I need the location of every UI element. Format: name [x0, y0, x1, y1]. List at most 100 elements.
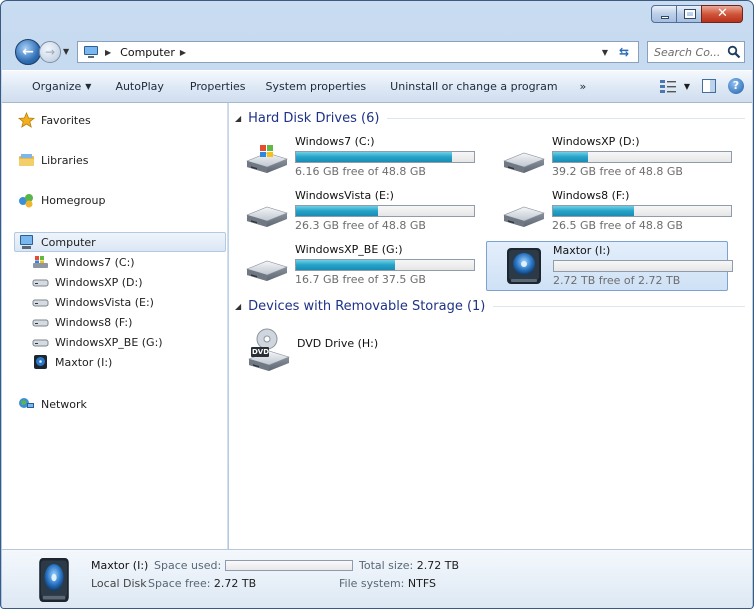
navigation-pane: Favorites Libraries Homegroup Computer W…	[2, 103, 228, 549]
collapse-caret-icon[interactable]: ◢	[235, 302, 241, 311]
file-system-value: NTFS	[407, 577, 436, 590]
nav-computer[interactable]: Computer	[18, 233, 96, 251]
space-free-value: 2.72 TB	[213, 577, 257, 590]
file-system-label: File system:	[339, 577, 405, 590]
total-size-label: Total size:	[359, 559, 414, 572]
group-divider	[387, 118, 745, 119]
drive-free-space: 6.16 GB free of 48.8 GB	[295, 165, 426, 178]
hard-drive-icon	[243, 195, 289, 231]
nav-drive-label: WindowsXP_BE (G:)	[55, 335, 163, 349]
preview-pane-icon[interactable]	[702, 79, 716, 93]
refresh-icon[interactable]: ⇆	[614, 44, 634, 60]
minimize-button[interactable]	[651, 5, 677, 23]
organize-button[interactable]: Organize ▼	[2, 71, 99, 102]
group-title: Hard Disk Drives (6)	[248, 111, 380, 126]
drive-name: Windows7 (C:)	[295, 135, 375, 148]
maximize-icon	[684, 9, 696, 19]
view-options-icon	[659, 80, 676, 93]
hard-drive-icon	[32, 299, 49, 307]
nav-drive-label: Maxtor (I:)	[55, 355, 113, 369]
more-commands-button[interactable]: »	[566, 71, 595, 102]
hard-drive-icon	[32, 339, 49, 347]
dvd-drive-name: DVD Drive (H:)	[297, 337, 379, 350]
breadcrumb-arrow-icon[interactable]: ▶	[180, 48, 186, 57]
drive-tile-i[interactable]: Maxtor (I:) 2.72 TB free of 2.72 TB	[486, 241, 733, 291]
group-hard-disk-drives[interactable]: ◢ Hard Disk Drives (6)	[235, 111, 745, 126]
search-icon[interactable]	[727, 45, 741, 59]
nav-drive-c[interactable]: Windows7 (C:)	[32, 253, 135, 271]
external-drive-icon	[34, 558, 74, 602]
nav-drive-e[interactable]: WindowsVista (E:)	[32, 293, 154, 311]
back-button[interactable]: ←	[15, 39, 41, 65]
breadcrumb-arrow-icon[interactable]: ▶	[105, 48, 111, 57]
explorer-window: ✕ ← → ▼ ▶ Computer ▶ ▼ ⇆ Search Co... Or…	[0, 0, 754, 609]
content-pane: ◢ Hard Disk Drives (6) Windows7 (C:) 6.1…	[229, 103, 752, 549]
drive-usage-fill	[553, 206, 635, 216]
details-pane: Maxtor (I:) Local Disk Space used: Space…	[2, 549, 752, 608]
chevron-down-icon: ▼	[683, 81, 690, 91]
drive-free-space: 16.7 GB free of 37.5 GB	[295, 273, 426, 286]
drive-usage-bar	[552, 151, 732, 163]
nav-network[interactable]: Network	[18, 395, 87, 413]
properties-button[interactable]: Properties	[172, 71, 254, 102]
drive-usage-fill	[296, 260, 395, 270]
close-icon: ✕	[717, 6, 728, 21]
drive-tile-g[interactable]: WindowsXP_BE (G:) 16.7 GB free of 37.5 G…	[229, 241, 475, 291]
autoplay-button[interactable]: AutoPlay	[99, 71, 171, 102]
drive-usage-bar	[295, 151, 475, 163]
organize-label: Organize	[32, 80, 82, 93]
external-drive-icon	[34, 355, 47, 369]
help-icon[interactable]: ?	[728, 78, 744, 94]
drive-name: Maxtor (I:)	[553, 244, 611, 257]
nav-favorites[interactable]: Favorites	[18, 111, 91, 129]
hard-drive-icon	[32, 319, 49, 327]
dvd-badge: DVD	[252, 348, 270, 356]
windows-drive-icon	[243, 145, 289, 177]
nav-drive-label: Windows8 (F:)	[55, 315, 133, 329]
change-view-button[interactable]: ▼	[658, 77, 690, 95]
drive-free-space: 26.3 GB free of 48.8 GB	[295, 219, 426, 232]
search-input[interactable]: Search Co...	[654, 46, 727, 59]
network-icon	[19, 398, 34, 408]
group-removable-storage[interactable]: ◢ Devices with Removable Storage (1)	[235, 299, 745, 314]
drive-usage-bar	[295, 259, 475, 271]
uninstall-program-button[interactable]: Uninstall or change a program	[374, 71, 565, 102]
nav-drive-label: WindowsXP (D:)	[55, 275, 143, 289]
drive-usage-bar	[552, 205, 732, 217]
nav-drive-label: Windows7 (C:)	[55, 255, 135, 269]
nav-homegroup[interactable]: Homegroup	[18, 191, 105, 209]
drive-tile-e[interactable]: WindowsVista (E:) 26.3 GB free of 48.8 G…	[229, 187, 475, 237]
collapse-caret-icon[interactable]: ◢	[235, 114, 241, 123]
address-dropdown-icon[interactable]: ▼	[602, 48, 608, 57]
nav-drive-i[interactable]: Maxtor (I:)	[32, 353, 112, 371]
hard-drive-icon	[500, 141, 546, 177]
drive-tile-d[interactable]: WindowsXP (D:) 39.2 GB free of 48.8 GB	[486, 133, 732, 183]
drive-tile-c[interactable]: Windows7 (C:) 6.16 GB free of 48.8 GB	[229, 133, 475, 183]
details-space-used: Space used:	[154, 559, 354, 572]
group-title: Devices with Removable Storage (1)	[248, 299, 486, 314]
drive-tile-f[interactable]: Windows8 (F:) 26.5 GB free of 48.8 GB	[486, 187, 732, 237]
breadcrumb-computer[interactable]: Computer	[120, 46, 175, 59]
system-properties-button[interactable]: System properties	[254, 71, 375, 102]
nav-drive-label: WindowsVista (E:)	[55, 295, 154, 309]
nav-drive-f[interactable]: Windows8 (F:)	[32, 313, 132, 331]
command-bar: Organize ▼ AutoPlay Properties System pro…	[2, 70, 752, 103]
nav-drive-d[interactable]: WindowsXP (D:)	[32, 273, 143, 291]
toolbar-right-tools: ▼ ?	[658, 77, 744, 95]
drive-usage-fill	[553, 152, 589, 162]
drive-name: WindowsXP (D:)	[552, 135, 640, 148]
nav-drive-g[interactable]: WindowsXP_BE (G:)	[32, 333, 163, 351]
close-button[interactable]: ✕	[701, 5, 743, 23]
windows-drive-icon	[33, 256, 48, 268]
nav-computer-label: Computer	[41, 235, 96, 249]
nav-libraries[interactable]: Libraries	[18, 151, 89, 169]
hard-drive-icon	[243, 249, 289, 285]
forward-button[interactable]: →	[39, 41, 61, 63]
details-total-size: Total size: 2.72 TB	[359, 559, 459, 572]
recent-pages-dropdown[interactable]: ▼	[63, 47, 69, 56]
drive-usage-fill	[296, 206, 379, 216]
address-bar[interactable]: ▶ Computer ▶ ▼ ⇆	[77, 41, 639, 63]
search-box[interactable]: Search Co...	[647, 41, 745, 63]
dvd-drive-tile[interactable]: DVD DVD Drive (H:)	[241, 325, 541, 373]
maximize-button[interactable]	[676, 5, 702, 23]
